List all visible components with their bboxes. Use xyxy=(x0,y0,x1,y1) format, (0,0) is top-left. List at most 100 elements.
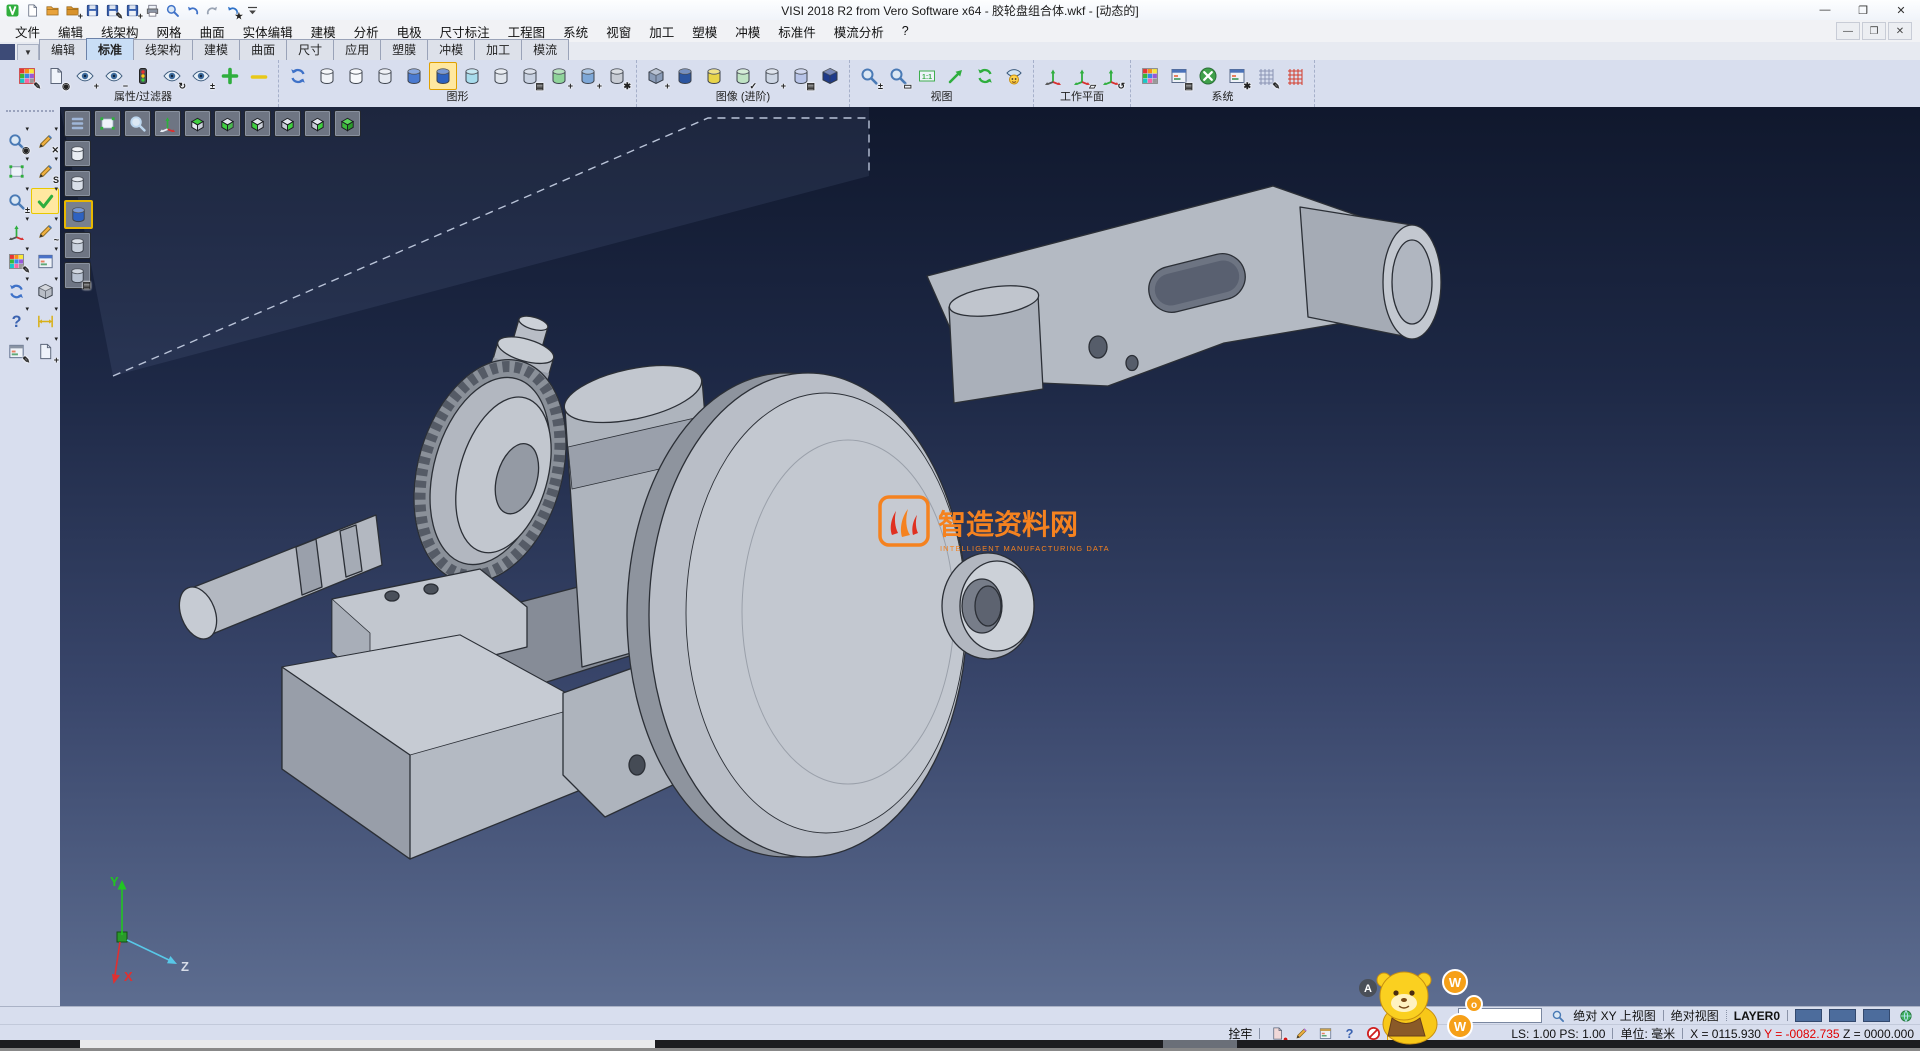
online-globe-icon[interactable] xyxy=(1897,1008,1914,1024)
restore-button[interactable]: ❐ xyxy=(1844,0,1882,20)
zoom-selected-arrow-icon[interactable] xyxy=(942,62,970,90)
preview-zoom-icon[interactable]: ◉ xyxy=(2,128,30,154)
viewport-3d[interactable]: 智造资料网 INTELLIGENT MANUFACTURING DATA Y X… xyxy=(60,107,1920,1006)
duplicate-cylinder-icon[interactable]: + xyxy=(758,62,786,90)
save-all-icon[interactable]: + xyxy=(123,1,142,19)
zoom-plus-minus-icon[interactable]: ± xyxy=(2,188,30,214)
print-preview-icon[interactable] xyxy=(163,1,182,19)
refresh-view-icon[interactable] xyxy=(971,62,999,90)
menu-item[interactable]: 加工 xyxy=(640,20,683,43)
shaded-edges-cylinder-icon[interactable] xyxy=(429,62,457,90)
menu-item[interactable]: 塑模 xyxy=(683,20,726,43)
system-settings-icon[interactable] xyxy=(1194,62,1222,90)
show-all-plus-icon[interactable] xyxy=(216,62,244,90)
close-button[interactable]: ✕ xyxy=(1882,0,1920,20)
toggle-visibility-eye-icon[interactable]: ± xyxy=(187,62,215,90)
save-icon[interactable] xyxy=(83,1,102,19)
menu-item[interactable]: ? xyxy=(893,22,918,40)
taskbar-segment[interactable] xyxy=(80,1040,655,1048)
new-file-icon[interactable] xyxy=(23,1,42,19)
view-left-icon[interactable] xyxy=(304,110,331,137)
layer-color-swatch[interactable] xyxy=(1795,1009,1822,1022)
grid-display-icon[interactable] xyxy=(1281,62,1309,90)
layer-color-swatch[interactable] xyxy=(1829,1009,1856,1022)
solid-cube-icon[interactable] xyxy=(816,62,844,90)
tab[interactable]: 塑膜 xyxy=(380,39,428,60)
hatched-cylinder-icon[interactable]: ▤ xyxy=(516,62,544,90)
workplane-axes-icon[interactable] xyxy=(1039,62,1067,90)
shaded-mode-icon[interactable] xyxy=(64,200,93,229)
doc-close-button[interactable]: ✕ xyxy=(1888,22,1912,40)
color-palette-icon[interactable] xyxy=(1136,62,1164,90)
dark-shaded-cylinder-icon[interactable] xyxy=(671,62,699,90)
transparent-cylinder-icon[interactable] xyxy=(458,62,486,90)
attribute-preview-icon[interactable]: ◉ xyxy=(42,62,70,90)
view-back-icon[interactable] xyxy=(274,110,301,137)
color-table-icon[interactable]: ▤ xyxy=(1165,62,1193,90)
tab[interactable]: 建模 xyxy=(192,39,240,60)
layout-window-icon[interactable] xyxy=(31,248,59,274)
delete-sketch-icon[interactable]: ✕ xyxy=(31,128,59,154)
active-layer-label[interactable]: LAYER0 xyxy=(1734,1009,1780,1023)
tab[interactable]: 应用 xyxy=(333,39,381,60)
solid-view-cube-icon[interactable] xyxy=(31,278,59,304)
zoom-all-icon[interactable] xyxy=(124,110,151,137)
menu-item[interactable]: 模流分析 xyxy=(825,20,893,43)
redo-icon[interactable] xyxy=(203,1,222,19)
show-entities-eye-icon[interactable]: + xyxy=(71,62,99,90)
hide-entities-eye-icon[interactable]: − xyxy=(100,62,128,90)
import-file-icon[interactable]: + xyxy=(63,1,82,19)
window-fit-icon[interactable] xyxy=(2,158,30,184)
quick-access-dropdown[interactable] xyxy=(243,1,262,19)
tab[interactable]: 编辑 xyxy=(39,39,87,60)
draw-wave-icon[interactable]: ~ xyxy=(31,218,59,244)
mascot-widget[interactable]: W o W A xyxy=(1352,966,1492,1046)
verify-cylinder-icon[interactable]: ✓ xyxy=(729,62,757,90)
snap-grid-icon[interactable]: ✎ xyxy=(1252,62,1280,90)
menu-item[interactable]: 视窗 xyxy=(597,20,640,43)
edit-attributes-icon[interactable]: ✎ xyxy=(13,62,41,90)
view-settings-cylinder-icon[interactable]: ✱ xyxy=(603,62,631,90)
zoom-window-icon[interactable]: ▭ xyxy=(884,62,912,90)
workplane-set-icon[interactable]: ▱ xyxy=(1068,62,1096,90)
doc-minimize-button[interactable]: — xyxy=(1836,22,1860,40)
stacked-cylinders-icon[interactable]: + xyxy=(545,62,573,90)
hidden-line-mode-icon[interactable] xyxy=(64,170,91,197)
shaded-cylinder-icon[interactable] xyxy=(400,62,428,90)
copy-view-cylinder-icon[interactable]: + xyxy=(574,62,602,90)
workplane-align-icon[interactable]: ↺ xyxy=(1097,62,1125,90)
panel-settings-icon[interactable]: ✱ xyxy=(1223,62,1251,90)
undo-icon[interactable] xyxy=(183,1,202,19)
menu-item[interactable]: 标准件 xyxy=(769,20,825,43)
save-as-icon[interactable]: ✎ xyxy=(103,1,122,19)
zoom-1-1-icon[interactable] xyxy=(913,62,941,90)
tab[interactable]: 加工 xyxy=(474,39,522,60)
windows-taskbar[interactable] xyxy=(0,1040,1920,1048)
layer-color-swatch[interactable] xyxy=(1863,1009,1890,1022)
filter-traffic-light-icon[interactable] xyxy=(129,62,157,90)
fit-view-icon[interactable] xyxy=(94,110,121,137)
tab[interactable]: 标准 xyxy=(86,38,134,60)
hidden-line-cylinder-icon[interactable] xyxy=(342,62,370,90)
view-menu-icon[interactable] xyxy=(64,110,91,137)
recent-files-icon[interactable]: ★ xyxy=(223,1,242,19)
measure-distance-icon[interactable] xyxy=(31,308,59,334)
tab[interactable]: 尺寸 xyxy=(286,39,334,60)
status-search-icon[interactable] xyxy=(1549,1008,1566,1024)
dashed-hidden-cylinder-icon[interactable] xyxy=(371,62,399,90)
list-edit-icon[interactable]: ✎ xyxy=(2,338,30,364)
attributes-palette-icon[interactable]: ✎ xyxy=(2,248,30,274)
flat-cylinder-icon[interactable] xyxy=(487,62,515,90)
wireframe-mode-icon[interactable] xyxy=(64,140,91,167)
origin-axes-icon[interactable] xyxy=(154,110,181,137)
taskbar-segment[interactable] xyxy=(1163,1040,1237,1048)
refresh-visibility-eye-icon[interactable]: ↻ xyxy=(158,62,186,90)
tab[interactable]: 曲面 xyxy=(239,39,287,60)
highlight-cylinder-icon[interactable] xyxy=(700,62,728,90)
minimize-button[interactable]: — xyxy=(1806,0,1844,20)
print-icon[interactable] xyxy=(143,1,162,19)
view-bottom-icon[interactable] xyxy=(214,110,241,137)
hide-all-minus-icon[interactable] xyxy=(245,62,273,90)
open-file-icon[interactable] xyxy=(43,1,62,19)
add-view-cubes-icon[interactable]: + xyxy=(642,62,670,90)
